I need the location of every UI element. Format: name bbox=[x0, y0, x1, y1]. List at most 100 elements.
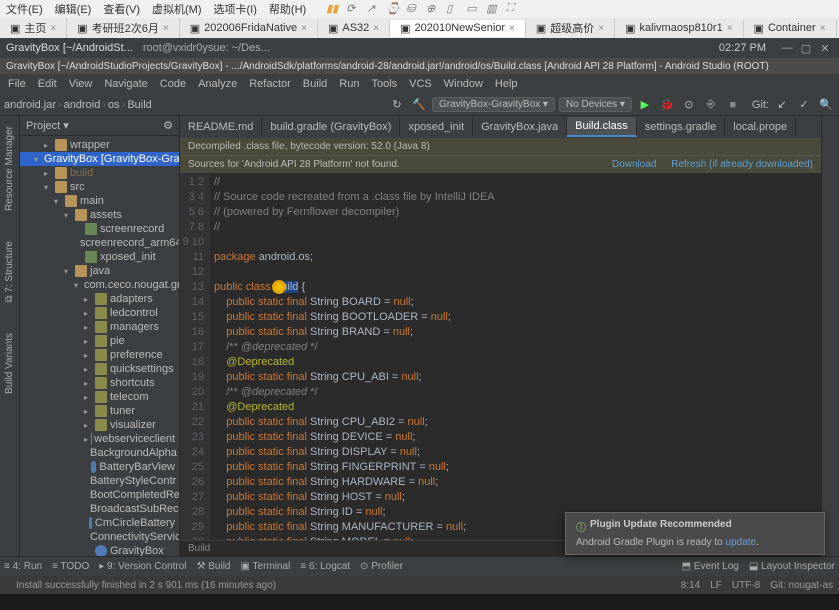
resource-manager-tab[interactable]: Resource Manager bbox=[4, 126, 15, 211]
tree-item-pie[interactable]: ▸pie bbox=[20, 334, 179, 348]
code-body[interactable]: // // Source code recreated from a .clas… bbox=[210, 173, 821, 540]
tree-item-com.ceco.nougat.gra[interactable]: ▾com.ceco.nougat.gra bbox=[20, 278, 179, 292]
tree-item-GravityBox [GravityBox-Gravity[interactable]: ▾GravityBox [GravityBox-Gravity bbox=[20, 152, 179, 166]
attach-button[interactable]: ⎆ bbox=[702, 96, 720, 114]
vm-menu-file[interactable]: 文件(E) bbox=[6, 1, 43, 17]
bottom-tab-l-1[interactable]: ≡ TODO bbox=[52, 561, 89, 572]
bottom-tab-l-3[interactable]: ⚒ Build bbox=[197, 561, 231, 572]
vm-tab-4[interactable]: ▣202010NewSenior× bbox=[390, 20, 526, 37]
git-update-icon[interactable]: ↙ bbox=[773, 96, 791, 114]
tree-item-tuner[interactable]: ▸tuner bbox=[20, 404, 179, 418]
tree-item-wrapper[interactable]: ▸wrapper bbox=[20, 138, 179, 152]
tree-item-assets[interactable]: ▾assets bbox=[20, 208, 179, 222]
vm-tab-6[interactable]: ▣kalivmaosp810r1× bbox=[615, 20, 743, 37]
taskbar-app-1[interactable]: GravityBox [~/AndroidSt... bbox=[6, 42, 133, 54]
menu-vcs[interactable]: VCS bbox=[405, 76, 436, 92]
tree-item-BatteryBarView[interactable]: BatteryBarView bbox=[20, 460, 179, 474]
tree-item-adapters[interactable]: ▸adapters bbox=[20, 292, 179, 306]
editor-tab-1[interactable]: build.gradle (GravityBox) bbox=[262, 118, 400, 136]
debug-button[interactable]: 🐞 bbox=[658, 96, 676, 114]
menu-build[interactable]: Build bbox=[299, 76, 331, 92]
status-lineend[interactable]: LF bbox=[710, 580, 722, 591]
tree-item-BootCompletedRe[interactable]: BootCompletedRe bbox=[20, 488, 179, 502]
menu-analyze[interactable]: Analyze bbox=[194, 76, 241, 92]
tree-item-CmCircleBattery[interactable]: CmCircleBattery bbox=[20, 516, 179, 530]
editor-tab-2[interactable]: xposed_init bbox=[400, 118, 473, 136]
build-variants-tab[interactable]: Build Variants bbox=[4, 333, 15, 394]
fullscreen-icon[interactable]: ⛶ bbox=[506, 2, 520, 16]
hammer-icon[interactable]: 🔨 bbox=[410, 96, 428, 114]
structure-tab[interactable]: ⧉ 7: Structure bbox=[4, 241, 16, 303]
disk-icon[interactable]: ⛁ bbox=[406, 2, 420, 16]
menu-tools[interactable]: Tools bbox=[367, 76, 401, 92]
bottom-tab-l-0[interactable]: ≡ 4: Run bbox=[4, 561, 42, 572]
minimize-button[interactable]: — bbox=[779, 40, 795, 56]
popup-update-link[interactable]: update bbox=[726, 537, 757, 548]
layout1-icon[interactable]: ▯ bbox=[446, 2, 460, 16]
send-icon[interactable]: ↗ bbox=[366, 2, 380, 16]
vm-menu-view[interactable]: 查看(V) bbox=[103, 1, 140, 17]
close-button[interactable]: ✕ bbox=[817, 40, 833, 56]
layout3-icon[interactable]: ▥ bbox=[486, 2, 500, 16]
menu-edit[interactable]: Edit bbox=[34, 76, 61, 92]
tree-item-xposed_init[interactable]: xposed_init bbox=[20, 250, 179, 264]
tree-item-telecom[interactable]: ▸telecom bbox=[20, 390, 179, 404]
breadcrumb-1[interactable]: android bbox=[64, 99, 101, 111]
snapshot-icon[interactable]: ⟳ bbox=[346, 2, 360, 16]
tree-item-preference[interactable]: ▸preference bbox=[20, 348, 179, 362]
vm-menu-help[interactable]: 帮助(H) bbox=[269, 1, 306, 17]
editor-tab-5[interactable]: settings.gradle bbox=[637, 118, 726, 136]
tree-item-build[interactable]: ▸build bbox=[20, 166, 179, 180]
device-dropdown[interactable]: No Devices ▾ bbox=[559, 97, 632, 112]
vm-menu-vm[interactable]: 虚拟机(M) bbox=[152, 1, 202, 17]
taskbar-app-2[interactable]: root@vxidr0ysue: ~/Des... bbox=[143, 42, 270, 54]
tree-item-BatteryStyleContr[interactable]: BatteryStyleContr bbox=[20, 474, 179, 488]
vm-tab-5[interactable]: ▣超级高价× bbox=[526, 18, 615, 38]
tree-item-GravityBox[interactable]: GravityBox bbox=[20, 544, 179, 556]
vm-menu-tabs[interactable]: 选项卡(I) bbox=[214, 1, 257, 17]
bottom-tab-l-6[interactable]: ⊙ Profiler bbox=[360, 561, 403, 572]
tree-item-shortcuts[interactable]: ▸shortcuts bbox=[20, 376, 179, 390]
menu-file[interactable]: File bbox=[4, 76, 30, 92]
refresh-sources-link[interactable]: Refresh (if already downloaded) bbox=[671, 159, 813, 170]
tree-item-managers[interactable]: ▸managers bbox=[20, 320, 179, 334]
editor-tab-3[interactable]: GravityBox.java bbox=[473, 118, 567, 136]
vm-tab-0[interactable]: ▣主页× bbox=[0, 18, 67, 38]
tree-item-ConnectivityServic[interactable]: ConnectivityServic bbox=[20, 530, 179, 544]
bottom-tab-l-4[interactable]: ▣ Terminal bbox=[241, 561, 291, 572]
stop-button[interactable]: ■ bbox=[724, 96, 742, 114]
menu-window[interactable]: Window bbox=[440, 76, 487, 92]
network-icon[interactable]: ⊕ bbox=[426, 2, 440, 16]
menu-run[interactable]: Run bbox=[335, 76, 363, 92]
tree-item-java[interactable]: ▾java bbox=[20, 264, 179, 278]
tree-item-src[interactable]: ▾src bbox=[20, 180, 179, 194]
pause-icon[interactable]: ▮▮ bbox=[326, 2, 340, 16]
breadcrumb-0[interactable]: android.jar bbox=[4, 99, 56, 111]
run-button[interactable]: ▶ bbox=[636, 96, 654, 114]
git-commit-icon[interactable]: ✓ bbox=[795, 96, 813, 114]
status-git-branch[interactable]: Git: nougat-as bbox=[770, 580, 833, 591]
tree-item-screenrecord_arm64[interactable]: screenrecord_arm64 bbox=[20, 236, 179, 250]
profile-button[interactable]: ⊙ bbox=[680, 96, 698, 114]
menu-refactor[interactable]: Refactor bbox=[245, 76, 295, 92]
menu-help[interactable]: Help bbox=[491, 76, 522, 92]
vm-tab-3[interactable]: ▣AS32× bbox=[318, 20, 390, 37]
vm-menu-edit[interactable]: 编辑(E) bbox=[55, 1, 92, 17]
editor-tab-0[interactable]: README.md bbox=[180, 118, 262, 136]
tree-item-BackgroundAlpha[interactable]: BackgroundAlpha bbox=[20, 446, 179, 460]
tree-item-visualizer[interactable]: ▸visualizer bbox=[20, 418, 179, 432]
vm-tab-7[interactable]: ▣Container× bbox=[744, 20, 837, 37]
menu-view[interactable]: View bbox=[65, 76, 97, 92]
bottom-tab-l-2[interactable]: ▸ 9: Version Control bbox=[99, 561, 186, 572]
editor-tab-4[interactable]: Build.class bbox=[567, 117, 637, 137]
camera-icon[interactable]: ⌚ bbox=[386, 2, 400, 16]
run-config-dropdown[interactable]: GravityBox-GravityBox ▾ bbox=[432, 97, 555, 112]
menu-navigate[interactable]: Navigate bbox=[100, 76, 151, 92]
maximize-button[interactable]: ▢ bbox=[798, 40, 814, 56]
tree-item-main[interactable]: ▾main bbox=[20, 194, 179, 208]
breadcrumb-3[interactable]: Build bbox=[127, 99, 151, 111]
tree-item-quicksettings[interactable]: ▸quicksettings bbox=[20, 362, 179, 376]
status-encoding[interactable]: UTF-8 bbox=[732, 580, 760, 591]
download-sources-link[interactable]: Download bbox=[612, 159, 656, 170]
bottom-tab-r-0[interactable]: ⬒ Event Log bbox=[682, 561, 739, 572]
